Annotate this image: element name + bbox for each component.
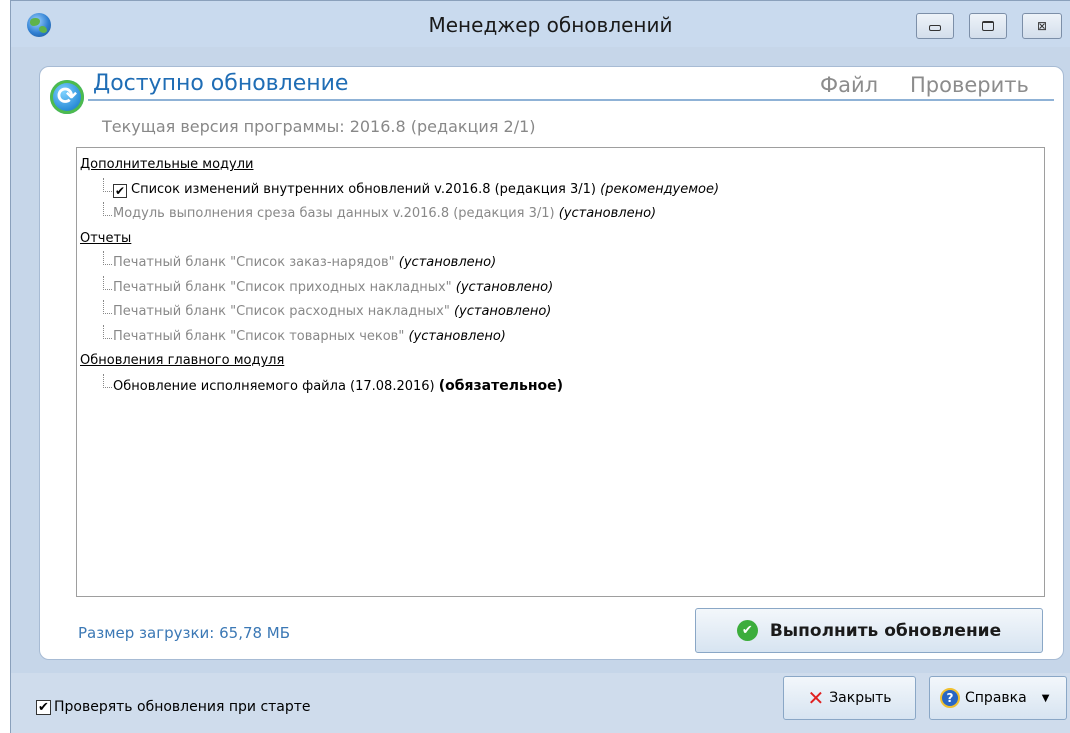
item-status: (установлено): [408, 328, 506, 344]
update-panel: Доступно обновление Файл Проверить Текущ…: [39, 66, 1064, 660]
check-circle-icon: ✔: [736, 620, 758, 641]
window-close-button[interactable]: ⊠: [1022, 13, 1062, 39]
tree-group-main-module[interactable]: Обновления главного модуля: [77, 349, 1044, 374]
item-text: Печатный бланк "Список товарных чеков": [113, 328, 405, 344]
updates-tree[interactable]: Дополнительные модули ✔ Список изменений …: [76, 147, 1045, 597]
maximize-button[interactable]: [969, 13, 1007, 39]
tree-item[interactable]: Печатный бланк "Список расходных накладн…: [77, 300, 1044, 325]
item-status: (установлено): [455, 279, 554, 295]
run-update-label: Выполнить обновление: [769, 620, 1002, 641]
header-divider: [88, 99, 1054, 101]
startup-checkbox[interactable]: ✔: [36, 699, 51, 715]
tree-group-modules[interactable]: Дополнительные модули: [77, 153, 1044, 178]
run-update-button[interactable]: ✔ Выполнить обновление: [695, 608, 1043, 653]
item-text: Печатный бланк "Список расходных накладн…: [113, 304, 450, 319]
minimize-icon: [929, 25, 941, 31]
item-status: (установлено): [453, 304, 552, 319]
tree-item[interactable]: Обновление исполняемого файла (17.08.201…: [77, 373, 1044, 399]
bottom-bar: ✔ Проверять обновления при старте ✕ Закр…: [11, 673, 1070, 733]
item-text: Печатный бланк "Список заказ-нарядов": [113, 255, 395, 270]
tree-item[interactable]: Печатный бланк "Список заказ-нарядов" (у…: [77, 251, 1044, 276]
tree-item[interactable]: Печатный бланк "Список приходных накладн…: [77, 275, 1044, 301]
tree-item[interactable]: ✔ Список изменений внутренних обновлений …: [77, 177, 1044, 203]
panel-title: Доступно обновление: [93, 71, 349, 96]
minimize-button[interactable]: [916, 13, 954, 39]
item-text: Список изменений внутренних обновлений v…: [131, 181, 596, 197]
item-status: (установлено): [398, 255, 497, 270]
update-manager-window: Менеджер обновлений ⊠ Доступно обновлени…: [10, 0, 1070, 733]
tree-item[interactable]: Печатный бланк "Список товарных чеков" (…: [77, 324, 1044, 350]
item-status: (обязательное): [438, 377, 564, 394]
startup-label: Проверять обновления при старте: [54, 699, 311, 715]
item-status: (установлено): [558, 206, 657, 221]
download-size: Размер загрузки: 65,78 МБ: [78, 624, 291, 642]
item-text: Обновление исполняемого файла (17.08.201…: [113, 378, 435, 394]
menu-check[interactable]: Проверить: [910, 73, 1029, 97]
help-label: Справка: [965, 690, 1027, 706]
help-icon: ?: [940, 688, 960, 708]
close-label: Закрыть: [829, 690, 892, 706]
item-text: Модуль выполнения среза базы данных v.20…: [113, 206, 555, 221]
item-checkbox[interactable]: ✔: [113, 183, 127, 198]
menu-file[interactable]: Файл: [820, 73, 878, 97]
close-icon: ⊠: [1036, 19, 1048, 33]
current-version: Текущая версия программы: 2016.8 (редакц…: [102, 117, 536, 136]
help-button[interactable]: ? Справка ▼: [929, 676, 1067, 720]
item-text: Печатный бланк "Список приходных накладн…: [113, 279, 452, 295]
check-on-startup[interactable]: ✔ Проверять обновления при старте: [36, 699, 311, 715]
tree-group-reports[interactable]: Отчеты: [77, 227, 1044, 252]
title-bar: Менеджер обновлений ⊠: [11, 1, 1070, 47]
dropdown-arrow-icon[interactable]: ▼: [1042, 693, 1050, 704]
maximize-icon: [982, 21, 994, 31]
tree-item[interactable]: Модуль выполнения среза базы данных v.20…: [77, 202, 1044, 227]
window-title: Менеджер обновлений: [428, 13, 673, 37]
item-status: (рекомендуемое): [600, 181, 720, 197]
refresh-icon: [50, 80, 84, 114]
close-button[interactable]: ✕ Закрыть: [783, 676, 916, 720]
close-x-icon: ✕: [807, 686, 825, 710]
